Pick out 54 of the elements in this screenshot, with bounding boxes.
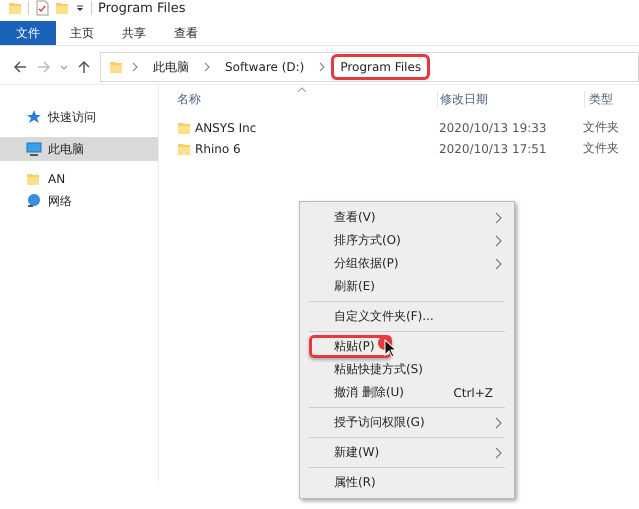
menu-item[interactable]: 撤消 删除(U) Ctrl+Z (303, 381, 511, 411)
sidebar-item[interactable]: 网络 (0, 189, 158, 213)
column-header[interactable]: 名称 (177, 90, 437, 108)
folder-icon (26, 171, 42, 187)
chevron-right-icon (495, 212, 503, 224)
menu-item[interactable]: 刷新(E) (303, 275, 511, 305)
menu-item[interactable]: 粘贴快捷方式(S) (303, 358, 511, 381)
chevron-right-icon (495, 258, 503, 270)
column-header[interactable]: 类型 (584, 90, 629, 108)
up-icon (76, 59, 92, 75)
ribbon-tab[interactable]: 文件 (0, 21, 56, 45)
cursor-icon (377, 335, 399, 359)
column-header[interactable]: 修改日期 (437, 90, 584, 108)
computer-icon (26, 141, 42, 157)
chevron-right-icon (203, 62, 211, 72)
folder-icon (8, 0, 22, 16)
table-cell-text: 文件夹 (583, 140, 620, 157)
forward-icon (36, 59, 52, 75)
table-cell-text: 2020/10/13 19:33 (439, 120, 548, 134)
back-icon (12, 59, 28, 75)
menu-item[interactable]: 授予访问权限(G) (303, 411, 511, 441)
star-icon (26, 109, 42, 125)
folder-icon (55, 0, 69, 16)
sidebar-item[interactable]: AN (0, 169, 158, 189)
sidebar-item[interactable]: 快速访问 (0, 105, 158, 129)
table-cell-text: 文件夹 (583, 119, 620, 136)
menu-item[interactable]: 自定义文件夹(F)... (303, 305, 511, 335)
file-name[interactable]: ANSYS Inc (195, 120, 439, 134)
ribbon-tab[interactable]: 主页 (56, 21, 108, 45)
menu-item[interactable]: 排序方式(O) (303, 229, 511, 252)
chevron-right-icon (318, 62, 326, 72)
chevron-right-icon (495, 416, 503, 428)
breadcrumb-item[interactable]: Software (D:) (219, 57, 310, 77)
address-bar[interactable]: 此电脑 Software (D:) Program Files (100, 52, 639, 82)
table-cell-text: 2020/10/13 17:51 (439, 142, 548, 156)
menu-item[interactable]: 属性(R) (303, 471, 511, 494)
chevron-down-icon (60, 64, 68, 70)
menu-item[interactable]: 查看(V) (303, 206, 511, 229)
menu-item[interactable]: 粘贴(P) (309, 335, 392, 358)
sidebar-item[interactable]: 此电脑 (0, 137, 158, 161)
menu-item[interactable]: 新建(W) (303, 441, 511, 471)
menu-item[interactable]: 分组依据(P) (303, 252, 511, 275)
breadcrumb-item[interactable]: 此电脑 (147, 56, 195, 78)
chevron-right-icon (495, 446, 503, 458)
breadcrumb-item[interactable]: Program Files (334, 57, 428, 77)
folder-icon (109, 59, 123, 75)
ribbon-tab[interactable]: 共享 (108, 21, 160, 45)
properties-icon (35, 0, 49, 16)
file-name[interactable]: Rhino 6 (195, 142, 439, 156)
chevron-right-icon (131, 62, 139, 72)
sort-caret-icon (298, 87, 306, 92)
chevron-right-icon (495, 234, 503, 246)
ribbon-tab[interactable]: 查看 (160, 21, 212, 45)
window-title: Program Files (98, 0, 186, 16)
